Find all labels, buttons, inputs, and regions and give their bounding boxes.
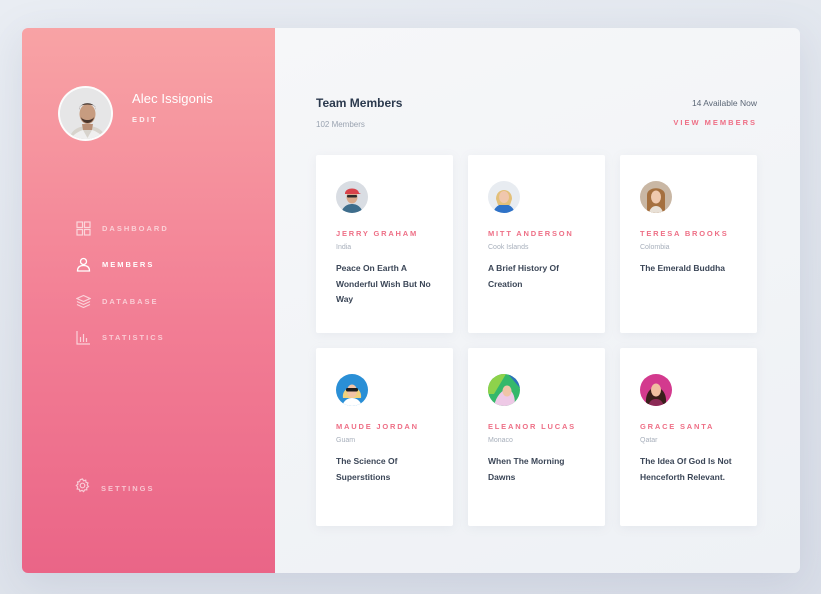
sidebar: Alec Issigonis EDIT DASHBOARD MEMBERS DA… [22, 28, 275, 573]
member-card[interactable]: TERESA BROOKS Colombia The Emerald Buddh… [620, 155, 757, 333]
member-quote: The Idea Of God Is Not Henceforth Releva… [640, 456, 732, 482]
sidebar-item-dashboard[interactable]: DASHBOARD [75, 219, 169, 237]
dashboard-icon [75, 220, 91, 236]
sidebar-item-label: MEMBERS [102, 260, 155, 269]
member-card[interactable]: MITT ANDERSON Cook Islands A Brief Histo… [468, 155, 605, 333]
member-card[interactable]: MAUDE JORDAN Guam The Science Of Superst… [316, 348, 453, 526]
sidebar-item-settings[interactable]: SETTINGS [75, 478, 155, 498]
profile: Alec Issigonis EDIT [58, 86, 213, 141]
member-location: India [336, 244, 352, 251]
sidebar-item-label: DATABASE [102, 296, 159, 306]
avatar [488, 374, 520, 406]
member-quote: Peace On Earth A Wonderful Wish But No W… [336, 263, 431, 304]
member-card[interactable]: ELEANOR LUCAS Monaco When The Morning Da… [468, 348, 605, 526]
member-name: TERESA BROOKS [640, 229, 729, 238]
layers-icon [75, 293, 91, 309]
member-card[interactable]: GRACE SANTA Qatar The Idea Of God Is Not… [620, 348, 757, 526]
sidebar-item-label: STATISTICS [102, 333, 165, 342]
avatar [336, 374, 368, 406]
page-title: Team Members [316, 96, 403, 110]
main-content: Team Members 102 Members 14 Available No… [275, 28, 800, 573]
member-location: Qatar [640, 437, 658, 444]
avatar [640, 374, 672, 406]
member-name: MITT ANDERSON [488, 229, 574, 238]
sidebar-item-members[interactable]: MEMBERS [75, 256, 169, 274]
available-count: 14 Available Now [691, 98, 757, 108]
gear-icon [75, 478, 90, 498]
member-name: GRACE SANTA [640, 422, 715, 431]
member-count: 102 Members [316, 120, 365, 129]
avatar [336, 181, 368, 213]
sidebar-nav: DASHBOARD MEMBERS DATABASE STATISTICS [75, 219, 169, 365]
avatar [488, 181, 520, 213]
sidebar-item-database[interactable]: DATABASE [75, 292, 169, 310]
member-name: JERRY GRAHAM [336, 229, 419, 238]
sidebar-item-statistics[interactable]: STATISTICS [75, 329, 169, 347]
members-grid: JERRY GRAHAM India Peace On Earth A Wond… [316, 155, 757, 526]
avatar[interactable] [58, 86, 113, 141]
view-members-link[interactable]: VIEW MEMBERS [673, 118, 757, 127]
member-quote: The Science Of Superstitions [336, 456, 398, 482]
member-location: Cook Islands [488, 244, 529, 251]
profile-name: Alec Issigonis [132, 91, 213, 106]
member-location: Monaco [488, 437, 513, 444]
user-icon [75, 257, 91, 273]
member-quote: When The Morning Dawns [488, 456, 565, 482]
sidebar-item-label: DASHBOARD [102, 223, 169, 233]
member-quote: The Emerald Buddha [640, 263, 726, 273]
member-quote: A Brief History Of Creation [488, 263, 560, 289]
member-location: Guam [336, 437, 356, 444]
member-location: Colombia [640, 244, 670, 251]
app-window: Alec Issigonis EDIT DASHBOARD MEMBERS DA… [22, 28, 800, 573]
bar-chart-icon [75, 330, 91, 346]
member-card[interactable]: JERRY GRAHAM India Peace On Earth A Wond… [316, 155, 453, 333]
settings-label: SETTINGS [101, 483, 155, 493]
edit-profile-link[interactable]: EDIT [132, 115, 213, 124]
member-name: MAUDE JORDAN [336, 422, 419, 431]
member-name: ELEANOR LUCAS [488, 422, 576, 431]
avatar [640, 181, 672, 213]
